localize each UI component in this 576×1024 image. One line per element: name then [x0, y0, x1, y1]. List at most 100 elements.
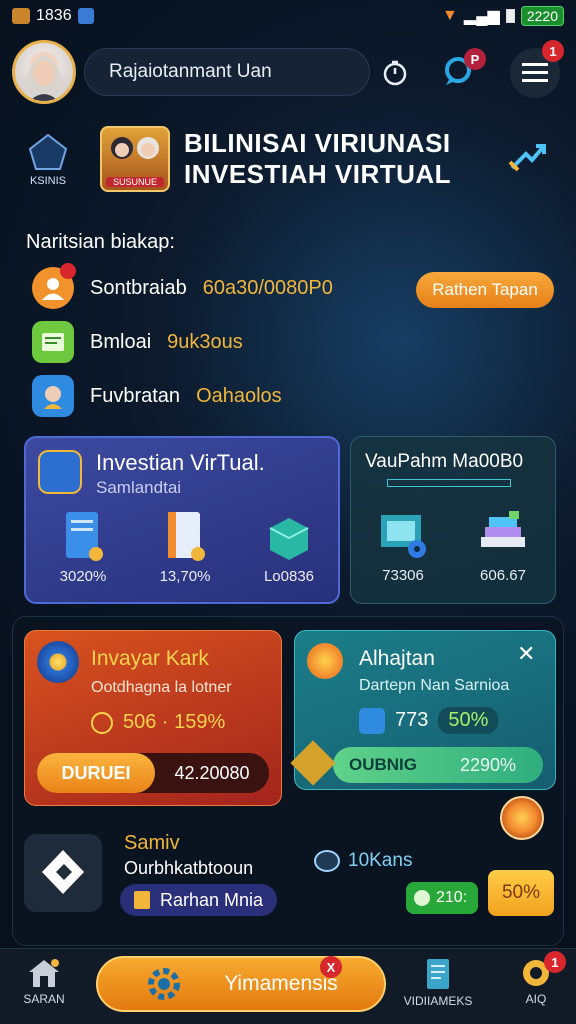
cyan-card-title: Alhajtan: [359, 647, 435, 670]
signal-icon: ▂▄▆: [463, 8, 500, 25]
tag-icon: [134, 891, 150, 909]
transfer-arrows-icon: [508, 144, 546, 172]
investment-value: 13,70%: [159, 568, 211, 585]
chat-button[interactable]: P: [436, 48, 486, 94]
house-icon: [29, 959, 59, 987]
home-icon: [28, 133, 68, 170]
side-item: 606.67: [463, 507, 543, 584]
logo-text: SUSUNUE: [106, 177, 164, 187]
coin-icon: [38, 450, 82, 494]
investment-card[interactable]: Investian VirTual. Samlandtai 3020% 13,7…: [24, 436, 340, 604]
search-bar[interactable]: [84, 48, 370, 96]
green-badge[interactable]: 210:: [406, 882, 478, 914]
red-card-button[interactable]: DURUEI: [37, 753, 155, 793]
tool-icon-tile: [24, 834, 102, 912]
transfer-button[interactable]: [506, 138, 550, 183]
bottom-card-tag[interactable]: Rarhan Mnia: [120, 884, 278, 916]
tool-icon: [42, 850, 84, 894]
user-icon: [32, 263, 76, 309]
stack-icon: [481, 511, 525, 547]
center-action-button[interactable]: Yimamensis X: [96, 956, 386, 1012]
report-icon: [427, 959, 449, 989]
page-title: BILINISAI VIRIUNASI INVESTIAH VIRTUAL: [184, 128, 474, 190]
info-value: 9uk3ous: [167, 330, 243, 353]
doc-icon: [359, 707, 385, 734]
info-heading: Naritsian biakap:: [26, 231, 175, 253]
arrow-icon: [290, 740, 336, 786]
menu-badge: 1: [542, 40, 564, 62]
target-icon: [37, 641, 79, 683]
nav-label: SARAN: [23, 992, 65, 1006]
sun-icon: [307, 643, 343, 679]
investment-value: Lo0836: [263, 568, 315, 585]
info-value: 60a30/0080P0: [202, 276, 333, 299]
avatar-image: [23, 55, 65, 101]
battery-icon: [505, 9, 515, 23]
home-shortcut[interactable]: KSINIS: [22, 132, 74, 192]
app-logo: SUSUNUE: [100, 126, 170, 192]
file-icon: [66, 512, 103, 561]
red-card-stat-value: 506 · 159%: [123, 711, 226, 733]
menu-icon: [522, 63, 548, 82]
chat-badge: P: [464, 48, 486, 70]
users-label: 10Kans: [348, 850, 413, 871]
dot-icon: [414, 890, 430, 906]
center-badge: X: [320, 956, 342, 978]
cyan-stat-percent: 50%: [438, 707, 499, 734]
notification-icon: [12, 8, 30, 24]
info-label: Sontbraiab: [90, 276, 187, 299]
yellow-badge[interactable]: 50%: [488, 870, 554, 916]
close-icon[interactable]: ✕: [517, 641, 535, 667]
nav-label: AIQ: [525, 992, 547, 1006]
book-icon: [168, 512, 205, 561]
action-button[interactable]: Rathen Tapan: [416, 272, 554, 308]
info-label: Fuvbratan: [90, 384, 181, 407]
title-line-1: BILINISAI VIRIUNASI: [184, 128, 451, 158]
red-card[interactable]: Invayar Kark Ootdhagna la lotner 506 · 1…: [24, 630, 282, 806]
investment-value: 3020%: [59, 568, 107, 585]
cyan-card[interactable]: Alhajtan ✕ Dartepn Nan Sarnioa 773 50% O…: [290, 630, 556, 790]
red-card-title: Invayar Kark: [91, 647, 209, 670]
box-icon: [269, 518, 309, 560]
investment-subtitle: Samlandtai: [96, 478, 182, 497]
users-stat: 10Kans: [314, 850, 412, 872]
green-value: 210:: [436, 889, 468, 906]
info-label: Bmloai: [90, 330, 152, 353]
app-icon: [77, 8, 94, 24]
cyan-card-bar[interactable]: OUBNIG 2290%: [333, 747, 543, 783]
side-value: 606.67: [480, 567, 526, 584]
bottom-card[interactable]: Samiv Ourbhkatbtooun Rarhan Mnia 10Kans …: [24, 820, 554, 940]
notification-dot: [60, 263, 76, 279]
nav-item-ai[interactable]: AIQ 1: [496, 951, 576, 1006]
investment-item: 3020%: [48, 508, 118, 585]
center-label: Yimamensis: [224, 972, 338, 995]
search-input[interactable]: [109, 61, 354, 83]
red-card-bar: DURUEI 42.20080: [37, 753, 269, 793]
investment-title: Investian VirTual.: [96, 450, 265, 475]
cyan-card-button: OUBNIG: [349, 755, 417, 774]
timer-icon: [383, 60, 407, 86]
document-icon: [32, 321, 74, 363]
status-time: 1836: [36, 7, 72, 24]
info-item[interactable]: Fuvbratan Oahaolos: [32, 374, 282, 418]
red-card-stat: 506 · 159%: [91, 711, 225, 734]
nav-item-reports[interactable]: VIDIIAMEKS: [398, 957, 478, 1008]
side-card[interactable]: VauPahm Ma00B0 73306 606.67: [350, 436, 556, 604]
investment-item: 13,70%: [150, 508, 220, 585]
side-card-title: VauPahm Ma00B0: [365, 451, 524, 472]
cyan-card-subtitle: Dartepn Nan Sarnioa: [359, 677, 510, 694]
nav-item-home[interactable]: SARAN: [4, 957, 84, 1006]
info-item[interactable]: Sontbraiab 60a30/0080P0: [32, 263, 333, 310]
menu-button[interactable]: 1: [510, 40, 564, 98]
info-value: Oahaolos: [196, 384, 282, 407]
red-card-subtitle: Ootdhagna la lotner: [91, 679, 232, 696]
battery-level: 2220: [520, 6, 564, 26]
side-item: 73306: [363, 507, 443, 584]
timer-button[interactable]: [372, 50, 418, 96]
avatar[interactable]: [12, 40, 76, 104]
info-item[interactable]: Bmloai 9uk3ous: [32, 320, 243, 364]
home-label: KSINIS: [29, 175, 67, 187]
logo-people-icon: [111, 137, 159, 159]
wifi-icon: ▼: [442, 7, 458, 24]
side-value: 73306: [382, 567, 424, 584]
